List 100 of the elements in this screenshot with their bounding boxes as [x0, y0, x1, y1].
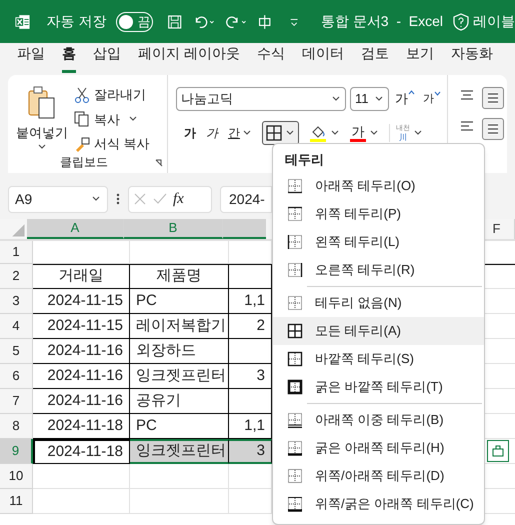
autosave-toggle[interactable]: 끔 — [116, 12, 154, 32]
row-header[interactable]: 2 — [0, 264, 33, 289]
caret-icon[interactable] — [374, 95, 384, 103]
cut-button[interactable]: 잘라내기 — [74, 85, 150, 104]
bold-button[interactable]: 가 — [184, 124, 196, 142]
autosave-label: 자동 저장 — [46, 12, 106, 31]
ribbon-tab[interactable]: 삽입 — [93, 43, 121, 73]
row-header[interactable]: 3 — [0, 289, 33, 314]
menu-item[interactable]: 아래쪽 이중 테두리(B) — [273, 406, 484, 434]
border-icon[interactable] — [287, 412, 303, 428]
align-middle-icon[interactable] — [486, 122, 500, 136]
border-icon[interactable] — [287, 496, 303, 512]
menu-item[interactable]: 아래쪽 테두리(O) — [273, 172, 484, 200]
table-cell: 외장하드 — [130, 339, 229, 364]
caret-icon[interactable] — [330, 129, 340, 137]
row-header[interactable]: 8 — [0, 414, 33, 439]
border-icon[interactable] — [287, 262, 303, 278]
ribbon-tab[interactable]: 파일 — [17, 43, 45, 73]
menu-item[interactable]: 모든 테두리(A) — [273, 317, 484, 345]
save-icon[interactable] — [167, 12, 183, 30]
label-button[interactable]: 레이블 — [453, 11, 515, 32]
row-header[interactable]: 5 — [0, 339, 33, 364]
row-header[interactable]: 6 — [0, 364, 33, 389]
align-left-button[interactable] — [482, 118, 504, 140]
row-header[interactable]: 11 — [0, 489, 33, 514]
table-cell: 2024-11-16 — [33, 364, 130, 389]
border-icon[interactable] — [287, 206, 303, 222]
grow-font-button[interactable]: 가 — [395, 89, 415, 109]
ribbon-tab[interactable]: 데이터 — [302, 43, 344, 73]
all-borders-icon[interactable] — [266, 125, 282, 141]
border-icon[interactable] — [287, 323, 303, 339]
font-name-field[interactable]: 나눔고딕 — [176, 87, 346, 111]
ribbon-tab[interactable]: 수식 — [256, 43, 285, 73]
table-cell: 공유기 — [130, 389, 229, 414]
touch-mode-icon[interactable] — [257, 12, 273, 30]
check-icon[interactable] — [153, 192, 167, 206]
name-box[interactable]: A9 — [8, 186, 108, 212]
shield-icon[interactable] — [453, 12, 470, 30]
top-align-button[interactable] — [482, 87, 504, 109]
caret-icon[interactable] — [285, 129, 295, 137]
caret-icon[interactable] — [91, 195, 101, 203]
menu-item[interactable]: 오른쪽 테두리(R) — [273, 256, 484, 284]
table-cell: 제품명 — [130, 264, 229, 289]
column-header[interactable] — [223, 219, 266, 239]
caret-icon[interactable] — [37, 142, 47, 150]
more-options-icon[interactable] — [116, 192, 120, 206]
row-header[interactable]: 4 — [0, 314, 33, 339]
menu-item[interactable]: 바깥쪽 테두리(S) — [273, 345, 484, 373]
fill-bucket-icon[interactable] — [309, 124, 327, 142]
borders-button[interactable] — [262, 121, 299, 145]
border-icon[interactable] — [287, 468, 303, 484]
align-middle-icon[interactable] — [486, 91, 500, 105]
scissors-icon[interactable] — [74, 86, 90, 103]
border-icon[interactable] — [287, 295, 303, 311]
menu-item[interactable]: 굵은 아래쪽 테두리(H) — [273, 434, 484, 462]
quick-analysis-button[interactable] — [487, 440, 509, 462]
table-cell: 2024-11-16 — [33, 339, 130, 364]
table-cell: 2024-11-16 — [33, 389, 130, 414]
excel-logo-icon[interactable] — [15, 12, 30, 30]
underline-button[interactable]: 간 — [228, 124, 252, 142]
table-cell: 잉크젯프린터 — [130, 439, 229, 464]
border-icon[interactable] — [287, 440, 303, 456]
border-icon[interactable] — [287, 351, 303, 367]
menu-item[interactable]: 테두리 없음(N) — [273, 289, 484, 317]
border-icon[interactable] — [287, 234, 303, 250]
caret-icon[interactable] — [242, 129, 252, 137]
insert-function-button[interactable]: fx — [173, 188, 184, 210]
table-cell: 2024-11-18 — [33, 439, 130, 464]
up-caret-icon[interactable] — [408, 89, 415, 96]
copy-icon[interactable] — [74, 111, 90, 128]
ribbon-tab[interactable]: 보기 — [406, 43, 434, 73]
menu-item[interactable]: 굵은 바깥쪽 테두리(T) — [273, 373, 484, 401]
table-cell: 거래일 — [33, 264, 130, 289]
caret-icon[interactable] — [369, 129, 379, 137]
down-caret-icon[interactable] — [434, 90, 441, 97]
fill-color-button[interactable] — [309, 124, 340, 142]
ribbon-tab[interactable]: 페이지 레이아웃 — [138, 43, 240, 73]
shrink-font-button[interactable]: 가 — [423, 90, 441, 108]
dialog-launcher-icon[interactable] — [155, 159, 163, 167]
menu-item[interactable]: 위쪽/굵은 아래쪽 테두리(C) — [273, 490, 484, 518]
formula-field[interactable]: 2024- — [220, 186, 272, 212]
row-header[interactable]: 1 — [0, 241, 33, 264]
caret-icon[interactable] — [413, 129, 423, 137]
border-icon[interactable] — [287, 379, 303, 395]
font-color-button[interactable]: 가 — [350, 124, 379, 142]
italic-button[interactable]: 가 — [206, 124, 218, 142]
paintbrush-icon[interactable] — [74, 136, 90, 152]
row-header[interactable]: 10 — [0, 464, 33, 489]
menu-item[interactable]: 위쪽/아래쪽 테두리(D) — [273, 462, 484, 490]
ribbon-tab[interactable]: 검토 — [360, 43, 389, 73]
format-painter-button[interactable]: 서식 복사 — [74, 134, 150, 154]
copy-button[interactable]: 복사 — [74, 110, 150, 129]
border-icon[interactable] — [287, 178, 303, 194]
row-header[interactable]: 7 — [0, 389, 33, 414]
paste-button[interactable]: 붙여넣기 — [18, 85, 66, 154]
table-cell: 2024-11-15 — [33, 314, 130, 339]
font-size-field[interactable]: 11 — [350, 87, 389, 111]
ribbon-tab[interactable]: 자동화 — [450, 43, 493, 73]
caret-icon[interactable] — [331, 95, 341, 103]
table-cell: 레이저복합기 — [130, 314, 229, 339]
